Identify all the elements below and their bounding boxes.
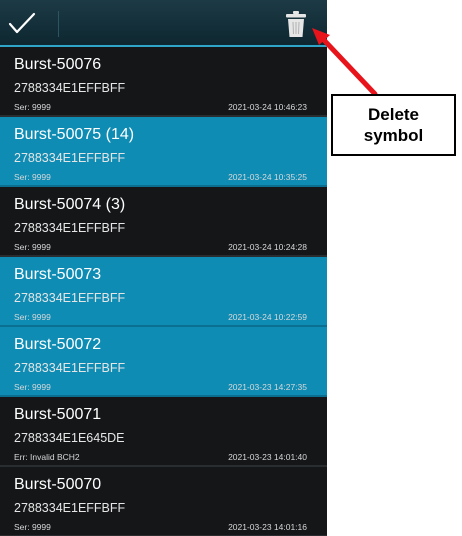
list-item[interactable]: Burst-50070 2788334E1EFFBFF Ser: 9999 20… — [0, 467, 327, 536]
burst-title: Burst-50072 — [14, 336, 102, 353]
phone-screen: Burst-50076 2788334E1EFFBFF Ser: 9999 20… — [0, 0, 327, 536]
burst-title: Burst-50076 — [14, 56, 102, 73]
burst-timestamp: 2021-03-23 14:01:16 — [228, 522, 307, 532]
burst-timestamp: 2021-03-24 10:22:59 — [228, 312, 307, 322]
trash-icon[interactable] — [285, 10, 307, 38]
burst-title: Burst-50070 — [14, 476, 102, 493]
burst-title: Burst-50071 — [14, 406, 102, 423]
burst-timestamp: 2021-03-24 10:46:23 — [228, 102, 307, 112]
burst-status: Err: Invalid BCH2 — [14, 452, 80, 462]
burst-title: Burst-50075 (14) — [14, 126, 135, 143]
burst-title: Burst-50074 (3) — [14, 196, 126, 213]
burst-status: Ser: 9999 — [14, 102, 51, 112]
burst-hex-id: 2788334E1EFFBFF — [14, 361, 126, 375]
delete-symbol-callout: Delete symbol — [331, 94, 456, 156]
burst-timestamp: 2021-03-23 14:01:40 — [228, 452, 307, 462]
burst-hex-id: 2788334E1E645DE — [14, 431, 125, 445]
burst-hex-id: 2788334E1EFFBFF — [14, 151, 126, 165]
burst-title: Burst-50073 — [14, 266, 102, 283]
burst-status: Ser: 9999 — [14, 382, 51, 392]
burst-timestamp: 2021-03-24 10:35:25 — [228, 172, 307, 182]
check-icon[interactable] — [4, 8, 40, 38]
burst-list: Burst-50076 2788334E1EFFBFF Ser: 9999 20… — [0, 47, 327, 536]
burst-hex-id: 2788334E1EFFBFF — [14, 81, 126, 95]
burst-hex-id: 2788334E1EFFBFF — [14, 501, 126, 515]
list-item[interactable]: Burst-50071 2788334E1E645DE Err: Invalid… — [0, 397, 327, 467]
burst-status: Ser: 9999 — [14, 522, 51, 532]
burst-timestamp: 2021-03-24 10:24:28 — [228, 242, 307, 252]
action-bar-divider — [58, 11, 59, 37]
list-item[interactable]: Burst-50073 2788334E1EFFBFF Ser: 9999 20… — [0, 257, 327, 327]
burst-status: Ser: 9999 — [14, 172, 51, 182]
burst-timestamp: 2021-03-23 14:27:35 — [228, 382, 307, 392]
list-item[interactable]: Burst-50076 2788334E1EFFBFF Ser: 9999 20… — [0, 47, 327, 117]
list-item[interactable]: Burst-50072 2788334E1EFFBFF Ser: 9999 20… — [0, 327, 327, 397]
burst-status: Ser: 9999 — [14, 312, 51, 322]
burst-status: Ser: 9999 — [14, 242, 51, 252]
burst-hex-id: 2788334E1EFFBFF — [14, 221, 126, 235]
list-item[interactable]: Burst-50074 (3) 2788334E1EFFBFF Ser: 999… — [0, 187, 327, 257]
list-item[interactable]: Burst-50075 (14) 2788334E1EFFBFF Ser: 99… — [0, 117, 327, 187]
burst-hex-id: 2788334E1EFFBFF — [14, 291, 126, 305]
action-bar — [0, 0, 327, 47]
